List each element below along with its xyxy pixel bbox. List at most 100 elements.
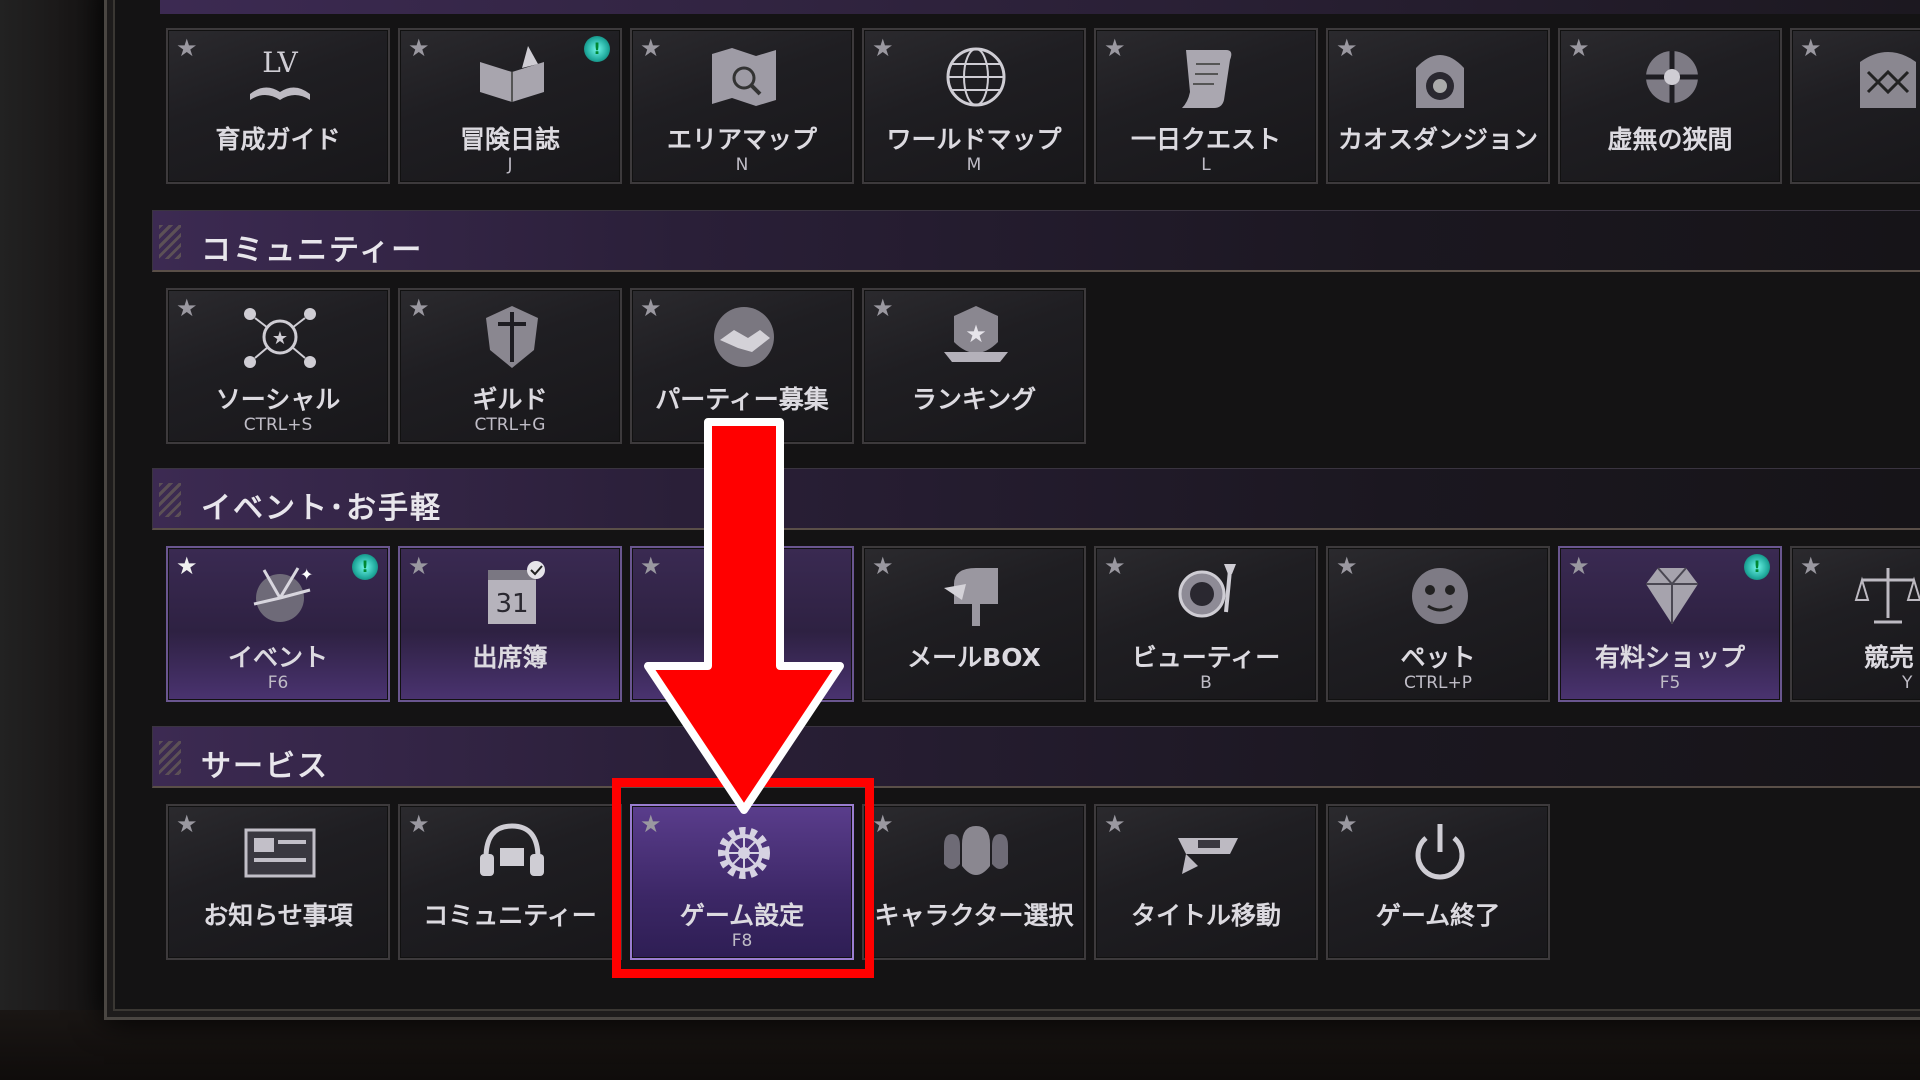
hotkey-label: J (400, 155, 620, 175)
tile-notices[interactable]: ★ お知らせ事項 (166, 804, 390, 960)
area-map-icon (704, 42, 784, 112)
section-title: イベント･お手軽 (201, 483, 442, 527)
scales-icon (1848, 560, 1920, 630)
favorite-star-icon[interactable]: ★ (872, 294, 894, 322)
favorite-star-icon[interactable]: ★ (640, 34, 662, 62)
tile-label: イベント (168, 638, 388, 674)
favorite-star-icon[interactable]: ★ (408, 34, 430, 62)
hotkey-label: CTRL+G (400, 415, 620, 435)
favorite-star-icon[interactable]: ★ (1336, 34, 1358, 62)
characters-icon (936, 818, 1016, 888)
diamond-icon (1632, 560, 1712, 630)
void-rift-icon (1632, 42, 1712, 112)
tile-guild[interactable]: ★ ギルド CTRL+G (398, 288, 622, 444)
tile-label: 冒険日誌 (400, 120, 620, 156)
favorite-star-icon[interactable]: ★ (1336, 552, 1358, 580)
mirror-brush-icon (1168, 560, 1248, 630)
favorite-star-icon[interactable]: ★ (872, 34, 894, 62)
tile-void-rift[interactable]: ★ 虚無の狭間 (1558, 28, 1782, 184)
tile-label: パーティー募集 (632, 380, 852, 416)
favorite-star-icon[interactable]: ★ (408, 294, 430, 322)
tile-label: ワールドマップ (864, 120, 1084, 156)
section-bar-top-partial (160, 0, 1920, 14)
section-title: コミュニティー (201, 225, 423, 269)
tile-label: ゲーム終了 (1328, 896, 1548, 932)
favorite-star-icon[interactable]: ★ (872, 552, 894, 580)
favorite-star-icon[interactable]: ★ (408, 552, 430, 580)
svg-text:✦: ✦ (300, 565, 313, 584)
tile-label: タイトル移動 (1096, 896, 1316, 932)
favorite-star-icon[interactable]: ★ (176, 34, 198, 62)
favorite-star-icon[interactable]: ★ (1568, 552, 1590, 580)
notification-badge: ! (1744, 554, 1770, 580)
tile-social[interactable]: ★ ★ ソーシャル CTRL+S (166, 288, 390, 444)
tile-label: ビューティー (1096, 638, 1316, 674)
notification-badge: ! (352, 554, 378, 580)
favorite-star-icon[interactable]: ★ (640, 294, 662, 322)
tile-label: 虚無の狭間 (1560, 120, 1780, 156)
ranking-badge-icon: ★ (936, 302, 1016, 372)
tile-paid-shop[interactable]: ★ ! 有料ショップ F5 (1558, 546, 1782, 702)
section-header-service: サービス (152, 726, 1920, 788)
svg-text:★: ★ (272, 328, 288, 349)
favorite-star-icon[interactable]: ★ (1568, 34, 1590, 62)
tile-adventure-journal[interactable]: ★ ! 冒険日誌 J (398, 28, 622, 184)
favorite-star-icon[interactable]: ★ (1800, 34, 1822, 62)
tile-training-guide[interactable]: ★ LV 育成ガイド (166, 28, 390, 184)
favorite-star-icon[interactable]: ★ (176, 810, 198, 838)
tile-area-map[interactable]: ★ エリアマップ N (630, 28, 854, 184)
favorite-star-icon[interactable]: ★ (176, 552, 198, 580)
favorite-star-icon[interactable]: ★ (1104, 552, 1126, 580)
tile-label: カオスダンジョン (1328, 120, 1548, 156)
handshake-icon (704, 302, 784, 372)
favorite-star-icon[interactable]: ★ (1336, 810, 1358, 838)
favorite-star-icon[interactable]: ★ (1800, 552, 1822, 580)
tile-game-exit[interactable]: ★ ゲーム終了 (1326, 804, 1550, 960)
pet-icon (1400, 560, 1480, 630)
tile-label: ランキング (864, 380, 1084, 416)
tile-label: お知らせ事項 (168, 896, 388, 932)
guild-crest-icon (472, 302, 552, 372)
hotkey-label: Y (1902, 673, 1912, 693)
favorite-star-icon[interactable]: ★ (1104, 34, 1126, 62)
favorite-star-icon[interactable]: ★ (408, 810, 430, 838)
hotkey-label: F6 (168, 673, 388, 693)
hotkey-label: M (864, 155, 1084, 175)
journal-icon (472, 42, 552, 112)
title-sign-icon (1168, 818, 1248, 888)
favorite-star-icon[interactable]: ★ (176, 294, 198, 322)
mailbox-icon (936, 560, 1016, 630)
tile-event[interactable]: ★ ! ✦ イベント F6 (166, 546, 390, 702)
tile-beauty[interactable]: ★ ビューティー B (1094, 546, 1318, 702)
globe-icon (936, 42, 1016, 112)
chaos-gate-icon (1400, 42, 1480, 112)
tile-label: ギルド (400, 380, 620, 416)
tile-partial-row1[interactable]: ★ (1790, 28, 1920, 184)
tile-character-select[interactable]: ★ キャラクター選択 (862, 804, 1086, 960)
notice-board-icon (240, 818, 320, 888)
tile-mailbox[interactable]: ★ メールBOX (862, 546, 1086, 702)
tile-auction[interactable]: ★ 競売 Y (1790, 546, 1920, 702)
favorite-star-icon[interactable]: ★ (872, 810, 894, 838)
headset-icon (472, 818, 552, 888)
tile-title-move[interactable]: ★ タイトル移動 (1094, 804, 1318, 960)
hotkey-label: N (632, 155, 852, 175)
tile-world-map[interactable]: ★ ワールドマップ M (862, 28, 1086, 184)
tile-ranking[interactable]: ★ ★ ランキング (862, 288, 1086, 444)
tile-chaos-dungeon[interactable]: ★ カオスダンジョン (1326, 28, 1550, 184)
lv-book-icon: LV (240, 42, 320, 112)
fireworks-icon: ✦ (240, 560, 320, 630)
scroll-icon (1168, 42, 1248, 112)
notification-badge: ! (584, 36, 610, 62)
background-bottom (0, 1010, 1920, 1080)
tile-community-service[interactable]: ★ コミュニティー (398, 804, 622, 960)
tile-daily-quest[interactable]: ★ 一日クエスト L (1094, 28, 1318, 184)
calendar-icon: 31 (472, 560, 552, 630)
tile-label: コミュニティー (400, 896, 620, 932)
section-header-event: イベント･お手軽 (152, 468, 1920, 530)
power-icon (1400, 818, 1480, 888)
tile-pet[interactable]: ★ ペット CTRL+P (1326, 546, 1550, 702)
favorite-star-icon[interactable]: ★ (1104, 810, 1126, 838)
tile-attendance[interactable]: ★ 31 出席簿 (398, 546, 622, 702)
tile-label: ソーシャル (168, 380, 388, 416)
